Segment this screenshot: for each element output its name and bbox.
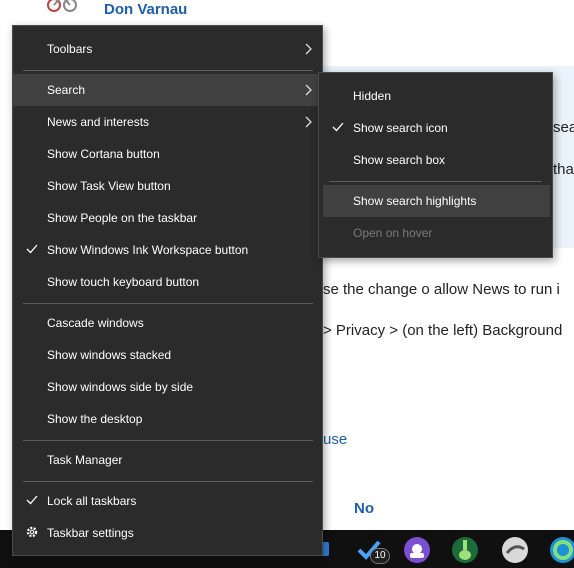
menu-item-show-windows-side-by-side[interactable]: Show windows side by side: [13, 371, 322, 403]
menu-item-show-task-view[interactable]: Show Task View button: [13, 170, 322, 202]
user-name-link[interactable]: Don Varnau: [104, 1, 187, 18]
menu-separator: [23, 481, 313, 482]
text-line-change: se the change o allow News to run i: [323, 281, 560, 298]
menu-item-show-desktop[interactable]: Show the desktop: [13, 403, 322, 435]
menu-item-label: Toolbars: [47, 42, 93, 56]
menu-item-label: Show touch keyboard button: [47, 275, 200, 289]
menu-separator: [23, 440, 313, 441]
link-use[interactable]: use: [323, 431, 347, 448]
menu-item-label: Show Task View button: [47, 179, 171, 193]
text-line-privacy: > Privacy > (on the left) Background: [323, 322, 563, 339]
menu-item-news-and-interests[interactable]: News and interests: [13, 106, 322, 138]
menu-item-search[interactable]: Search: [13, 74, 322, 106]
edge-icon[interactable]: [550, 537, 574, 563]
menu-item-cascade-windows[interactable]: Cascade windows: [13, 307, 322, 339]
chevron-right-icon: [305, 43, 313, 55]
guitar-icon[interactable]: [452, 537, 478, 563]
menu-item-label: Show Cortana button: [47, 147, 160, 161]
menu-item-label: Show the desktop: [47, 412, 143, 426]
menu-separator: [23, 303, 313, 304]
todo-badge: 10: [370, 548, 390, 564]
menu-separator: [329, 181, 542, 182]
menu-item-taskbar-settings[interactable]: Taskbar settings: [13, 517, 322, 549]
menu-item-label: Show windows side by side: [47, 380, 194, 394]
menu-item-label: Task Manager: [47, 453, 123, 467]
menu-item-show-ink-workspace[interactable]: Show Windows Ink Workspace button: [13, 234, 322, 266]
user-avatar: [44, 0, 80, 14]
menu-item-lock-all-taskbars[interactable]: Lock all taskbars: [13, 485, 322, 517]
menu-item-show-touch-keyboard[interactable]: Show touch keyboard button: [13, 266, 322, 298]
submenu-item-label: Show search highlights: [353, 194, 477, 208]
menu-item-show-people[interactable]: Show People on the taskbar: [13, 202, 322, 234]
text-fragment-sea: sea: [553, 119, 574, 136]
menu-item-toolbars[interactable]: Toolbars: [13, 33, 322, 65]
submenu-item-label: Show search icon: [353, 121, 448, 135]
checkmark-icon: [25, 242, 39, 256]
menu-item-label: Show People on the taskbar: [47, 211, 198, 225]
menu-item-label: Lock all taskbars: [47, 494, 137, 508]
submenu-item-show-search-highlights[interactable]: Show search highlights: [323, 185, 550, 217]
menu-item-show-cortana[interactable]: Show Cortana button: [13, 138, 322, 170]
submenu-item-open-on-hover: Open on hover: [323, 217, 550, 249]
menu-item-label: Show windows stacked: [47, 348, 172, 362]
submenu-item-label: Show search box: [353, 153, 446, 167]
taskbar-context-menu: Toolbars Search News and interests Show …: [12, 25, 323, 556]
submenu-item-hidden[interactable]: Hidden: [323, 80, 550, 112]
submenu-item-show-search-box[interactable]: Show search box: [323, 144, 550, 176]
submenu-item-label: Open on hover: [353, 226, 433, 240]
checkmark-icon: [25, 493, 39, 507]
cloud-app-icon[interactable]: [502, 537, 528, 563]
search-submenu: Hidden Show search icon Show search box …: [318, 72, 553, 258]
podcast-icon[interactable]: [404, 537, 430, 563]
menu-item-label: News and interests: [47, 115, 150, 129]
menu-item-label: Taskbar settings: [47, 526, 134, 540]
submenu-item-label: Hidden: [353, 89, 392, 103]
menu-item-show-windows-stacked[interactable]: Show windows stacked: [13, 339, 322, 371]
text-fragment-tha: tha: [553, 161, 574, 178]
chevron-right-icon: [305, 84, 313, 96]
menu-separator: [23, 70, 313, 71]
menu-item-label: Search: [47, 83, 86, 97]
chevron-right-icon: [305, 116, 313, 128]
answer-no[interactable]: No: [354, 500, 374, 517]
gear-icon: [25, 525, 39, 539]
menu-item-label: Cascade windows: [47, 316, 144, 330]
menu-item-task-manager[interactable]: Task Manager: [13, 444, 322, 476]
checkmark-icon: [331, 120, 345, 134]
submenu-item-show-search-icon[interactable]: Show search icon: [323, 112, 550, 144]
menu-item-label: Show Windows Ink Workspace button: [47, 243, 249, 257]
